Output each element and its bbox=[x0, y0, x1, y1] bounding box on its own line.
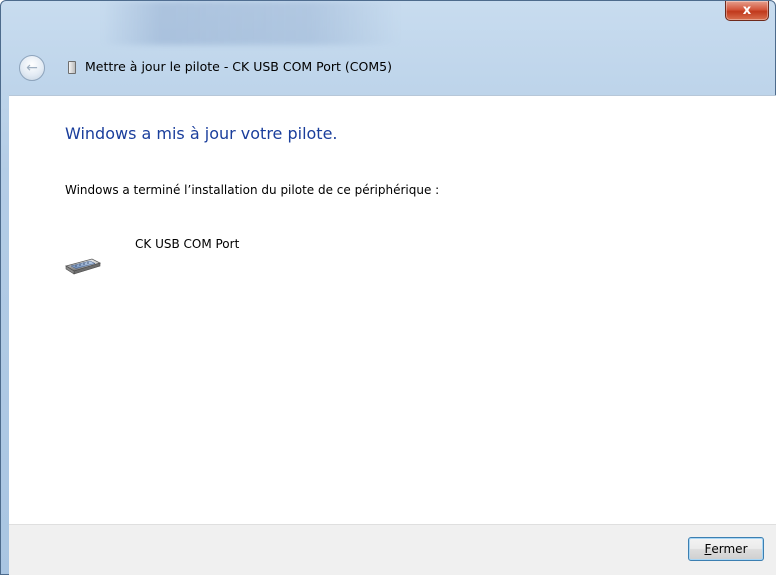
install-description: Windows a terminé l’installation du pilo… bbox=[65, 183, 440, 197]
usb-device-icon bbox=[68, 61, 76, 74]
serial-port-icon bbox=[65, 258, 102, 275]
close-icon: x bbox=[742, 3, 752, 18]
close-button-label: ermer bbox=[711, 542, 748, 556]
device-name: CK USB COM Port bbox=[135, 237, 240, 251]
back-button[interactable]: ← bbox=[19, 55, 45, 81]
close-button-accelerator: F bbox=[704, 542, 712, 556]
window-title: Mettre à jour le pilote - CK USB COM Por… bbox=[85, 59, 392, 74]
title-bar bbox=[1, 1, 776, 49]
back-arrow-icon: ← bbox=[26, 60, 38, 76]
close-button[interactable]: Fermer bbox=[688, 537, 764, 561]
window-close-button[interactable]: x bbox=[725, 1, 769, 21]
window-frame: x ← Mettre à jour le pilote - CK USB COM… bbox=[0, 0, 776, 575]
wizard-footer: Fermer bbox=[9, 524, 776, 575]
wizard-content: Windows a mis à jour votre pilote. Windo… bbox=[9, 95, 776, 524]
page-title: Windows a mis à jour votre pilote. bbox=[65, 124, 338, 143]
